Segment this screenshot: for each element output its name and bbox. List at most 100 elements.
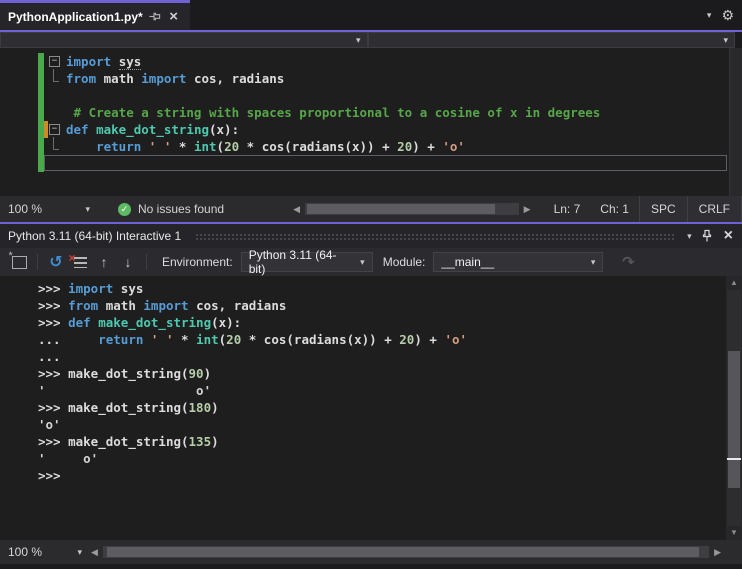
history-next-button[interactable]: ↓ [117,251,139,273]
fold-margin[interactable] [48,69,62,87]
chevron-down-icon: ▾ [85,203,90,214]
tab-list-chevron-icon[interactable]: ▾ [707,10,712,21]
interactive-line[interactable]: ' o' [0,450,726,467]
interactive-line[interactable]: >>> def make_dot_string(x): [0,314,726,331]
chevron-down-icon: ▾ [77,546,82,557]
toolbar-separator [146,254,147,270]
code-text: >>> def make_dot_string(x): [38,315,242,330]
history-previous-button[interactable]: ↑ [93,251,115,273]
drag-handle[interactable] [195,232,676,242]
editor-code-line[interactable]: # Create a string with spaces proportion… [0,104,729,121]
visual-studio-window: PythonApplication1.py* × ▾ ⚙ ▾ ▾ − import… [0,0,742,569]
breakpoint-margin[interactable] [0,87,38,104]
editor-code-line[interactable] [0,87,729,104]
line-ending-indicator[interactable]: CRLF [686,196,742,222]
redo-button[interactable]: ↷ [617,251,639,273]
editor-code-line[interactable] [0,155,729,172]
scrollbar-thumb[interactable] [306,204,495,214]
scroll-left-icon[interactable]: ◀ [88,547,101,558]
interactive-repl[interactable]: >>> import sys >>> from math import cos, … [0,276,742,540]
reset-button[interactable]: ↺ [45,251,67,273]
scroll-right-icon[interactable]: ▶ [521,204,534,215]
interactive-window-icon: * [9,250,27,269]
close-window-icon[interactable]: × [722,228,735,244]
editor-zoom-level: 100 % [8,202,43,216]
scroll-right-icon[interactable]: ▶ [711,547,724,558]
interactive-zoom-control[interactable]: 100 % ▾ [8,545,88,559]
code-editor[interactable]: − import sys from math import cos, radians… [0,48,742,196]
breakpoint-margin[interactable] [0,53,38,70]
editor-lines[interactable]: − import sys from math import cos, radians… [0,48,729,196]
new-interactive-window-button[interactable]: * [8,250,30,273]
pin-window-icon[interactable] [700,229,714,243]
interactive-toolbar: * ↺ × ↑ ↓ Environment: Python 3.11 (64-b… [0,248,742,276]
editor-options-gear-icon[interactable]: ⚙ [721,8,734,22]
document-tab[interactable]: PythonApplication1.py* × [0,0,190,30]
interactive-line[interactable]: 'o' [0,416,726,433]
code-text: ' o' [38,451,99,466]
breakpoint-margin[interactable] [0,138,38,155]
issues-indicator[interactable]: ✓ No issues found [118,202,224,216]
chevron-down-icon: ▾ [360,256,365,267]
fold-margin[interactable]: − [48,53,62,70]
interactive-line[interactable]: >>> [0,467,726,484]
interactive-line[interactable]: ... [0,348,726,365]
interactive-line[interactable]: >>> make_dot_string(135) [0,433,726,450]
line-indicator: Ln: 7 [553,202,581,216]
fold-collapse-icon[interactable]: − [49,124,60,135]
editor-code-line[interactable]: from math import cos, radians [0,69,729,87]
types-dropdown[interactable]: ▾ [0,32,368,48]
editor-vertical-scrollbar[interactable] [729,48,742,196]
module-dropdown[interactable]: __main__ ▾ [433,252,604,272]
interactive-line[interactable]: >>> make_dot_string(180) [0,399,726,416]
pin-tab-icon[interactable] [148,10,161,23]
scroll-left-icon[interactable]: ◀ [290,204,303,215]
clear-screen-button[interactable]: × [69,251,91,273]
interactive-status-bar: 100 % ▾ ◀ ▶ [0,540,742,564]
environment-value: Python 3.11 (64-bit) [248,248,337,276]
scrollbar-track[interactable] [102,546,710,558]
editor-status-bar: 100 % ▾ ✓ No issues found ◀ ▶ Ln: 7 Ch: … [0,196,742,222]
scroll-up-icon[interactable]: ▲ [726,276,742,290]
code-text: from math import cos, radians [66,71,285,86]
scrollbar-thumb[interactable] [728,351,740,489]
scroll-down-icon[interactable]: ▼ [726,526,742,540]
code-text: # Create a string with spaces proportion… [66,105,601,120]
interactive-line[interactable]: ' o' [0,382,726,399]
interactive-vertical-scrollbar[interactable]: ▲ ▼ [726,276,742,540]
interactive-window-title: Python 3.11 (64-bit) Interactive 1 [8,229,182,243]
breakpoint-margin[interactable] [0,70,38,87]
chevron-down-icon: ▾ [590,256,596,267]
breakpoint-margin[interactable] [0,121,38,138]
code-text: ' o' [38,383,212,398]
code-text: return ' ' * int(20 * cos(radians(x)) + … [96,139,465,154]
interactive-line[interactable]: >>> from math import cos, radians [0,297,726,314]
breakpoint-margin[interactable] [0,104,38,121]
scrollbar-track[interactable] [304,203,519,215]
editor-code-line[interactable]: − import sys [0,53,729,70]
members-dropdown[interactable]: ▾ [367,32,735,48]
interactive-window-title-bar[interactable]: Python 3.11 (64-bit) Interactive 1 ▾ × [0,222,742,248]
scrollbar-thumb[interactable] [106,547,700,557]
interactive-lines[interactable]: >>> import sys >>> from math import cos, … [0,276,726,540]
editor-code-line[interactable]: − def make_dot_string(x): [0,121,729,138]
interactive-line[interactable]: >>> import sys [0,280,726,297]
window-position-chevron-icon[interactable]: ▾ [687,231,692,242]
scrollbar-track[interactable] [727,290,741,526]
editor-horizontal-scrollbar[interactable]: ◀ ▶ [290,203,534,215]
editor-code-line[interactable]: return ' ' * int(20 * cos(radians(x)) + … [0,137,729,155]
indent-mode-indicator[interactable]: SPC [638,196,687,222]
fold-margin[interactable] [48,137,62,155]
breakpoint-margin[interactable] [0,155,38,172]
editor-zoom-control[interactable]: 100 % ▾ [8,202,96,216]
fold-collapse-icon[interactable]: − [49,56,60,67]
close-tab-icon[interactable]: × [165,9,182,24]
interactive-line[interactable]: >>> make_dot_string(90) [0,365,726,382]
code-text: >>> import sys [38,281,144,296]
fold-margin[interactable] [48,104,62,121]
tab-bar-actions: ▾ ⚙ [707,0,742,30]
fold-margin[interactable] [48,87,62,104]
fold-margin[interactable]: − [48,121,62,138]
interactive-line[interactable]: ... return ' ' * int(20 * cos(radians(x)… [0,331,726,348]
environment-dropdown[interactable]: Python 3.11 (64-bit) ▾ [240,248,373,276]
